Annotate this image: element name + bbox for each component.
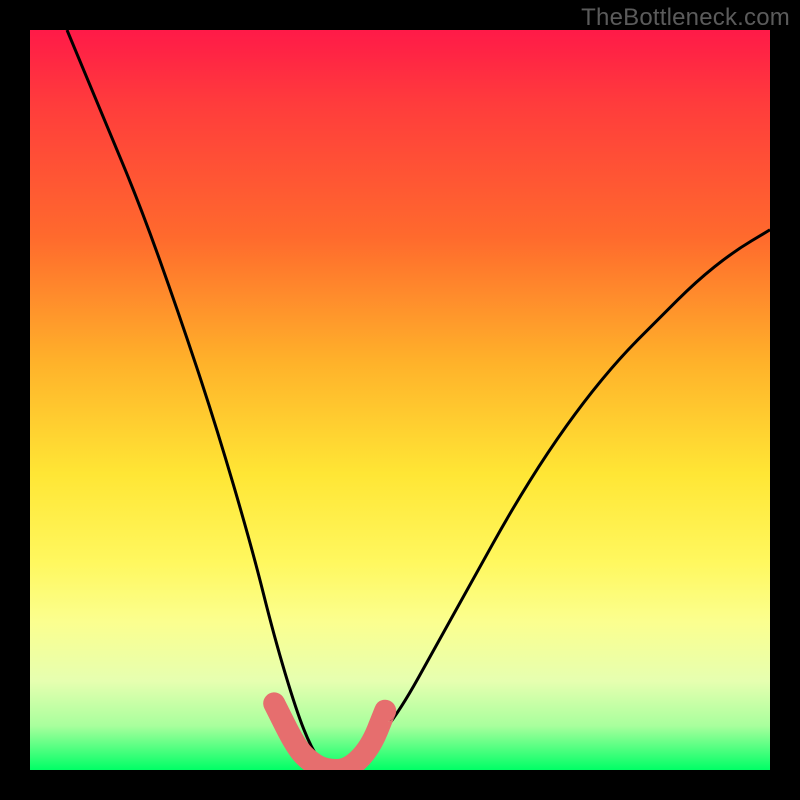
watermark-text: TheBottleneck.com [581,4,790,32]
chart-frame: TheBottleneck.com [0,0,800,800]
plot-area [30,30,770,770]
highlight-band [274,703,385,770]
curve-layer [30,30,770,770]
bottleneck-curve [67,30,770,770]
